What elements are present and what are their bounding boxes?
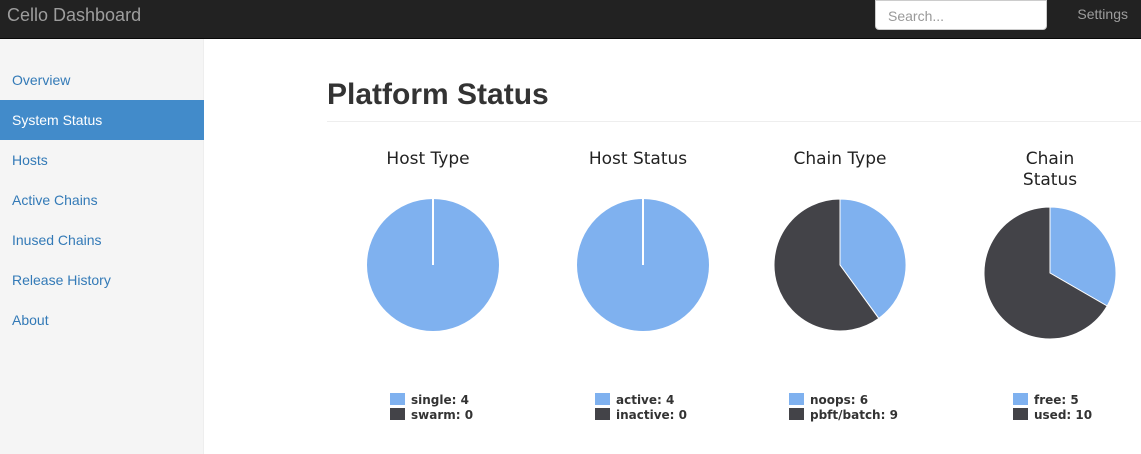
sidebar-item-system-status[interactable]: System Status xyxy=(0,100,204,140)
legend-item-swarm[interactable]: swarm: 0 xyxy=(390,408,473,423)
legend-item-single[interactable]: single: 4 xyxy=(390,393,473,408)
legend-swatch xyxy=(390,408,405,420)
legend-label: active: 4 xyxy=(616,393,675,407)
legend-label: pbft/batch: 9 xyxy=(810,408,898,422)
chart-legend: free: 5 used: 10 xyxy=(1013,393,1092,423)
legend-item-free[interactable]: free: 5 xyxy=(1013,393,1092,408)
legend-swatch xyxy=(595,408,610,420)
legend-item-noops[interactable]: noops: 6 xyxy=(789,393,898,408)
legend-item-active[interactable]: active: 4 xyxy=(595,393,687,408)
legend-label: used: 10 xyxy=(1034,408,1093,422)
chain-status-pie xyxy=(983,206,1117,340)
legend-swatch xyxy=(595,393,610,405)
chain-status-chart: Chain Status free: 5 used: 10 xyxy=(950,149,1141,439)
legend-swatch xyxy=(390,393,405,405)
brand-link[interactable]: Cello Dashboard xyxy=(7,4,141,26)
sidebar-item-release-history[interactable]: Release History xyxy=(0,260,203,300)
legend-label: inactive: 0 xyxy=(616,408,688,422)
sidebar-item-about[interactable]: About xyxy=(0,300,203,340)
chain-type-pie xyxy=(773,198,907,332)
chart-legend: noops: 6 pbft/batch: 9 xyxy=(789,393,898,423)
legend-item-used[interactable]: used: 10 xyxy=(1013,408,1092,423)
sidebar: Overview System Status Hosts Active Chai… xyxy=(0,39,204,454)
legend-swatch xyxy=(1013,408,1028,420)
legend-label: swarm: 0 xyxy=(411,408,474,422)
legend-label: single: 4 xyxy=(411,393,469,407)
legend-swatch xyxy=(789,408,804,420)
page-title: Platform Status xyxy=(327,78,549,111)
search-input[interactable] xyxy=(875,0,1047,30)
legend-item-pbft-batch[interactable]: pbft/batch: 9 xyxy=(789,408,898,423)
settings-link[interactable]: Settings xyxy=(1077,6,1128,22)
host-type-pie xyxy=(367,199,499,331)
legend-swatch xyxy=(1013,393,1028,405)
legend-label: free: 5 xyxy=(1034,393,1079,407)
main-content: Platform Status Host Type single: 4 swarm… xyxy=(205,39,1141,454)
sidebar-item-inused-chains[interactable]: Inused Chains xyxy=(0,220,203,260)
chain-type-chart: Chain Type noops: 6 pbft/batch: 9 xyxy=(740,149,940,439)
sidebar-item-overview[interactable]: Overview xyxy=(0,60,203,100)
host-status-pie xyxy=(577,199,709,331)
sidebar-item-hosts[interactable]: Hosts xyxy=(0,140,203,180)
navbar: Cello Dashboard Settings xyxy=(0,0,1141,39)
title-divider xyxy=(327,121,1141,122)
legend-swatch xyxy=(789,393,804,405)
sidebar-item-active-chains[interactable]: Active Chains xyxy=(0,180,203,220)
host-type-chart: Host Type single: 4 swarm: 0 xyxy=(328,149,528,439)
chart-legend: active: 4 inactive: 0 xyxy=(595,393,687,423)
legend-item-inactive[interactable]: inactive: 0 xyxy=(595,408,687,423)
legend-label: noops: 6 xyxy=(810,393,869,407)
host-status-chart: Host Status active: 4 inactive: 0 xyxy=(538,149,738,439)
chart-legend: single: 4 swarm: 0 xyxy=(390,393,473,423)
